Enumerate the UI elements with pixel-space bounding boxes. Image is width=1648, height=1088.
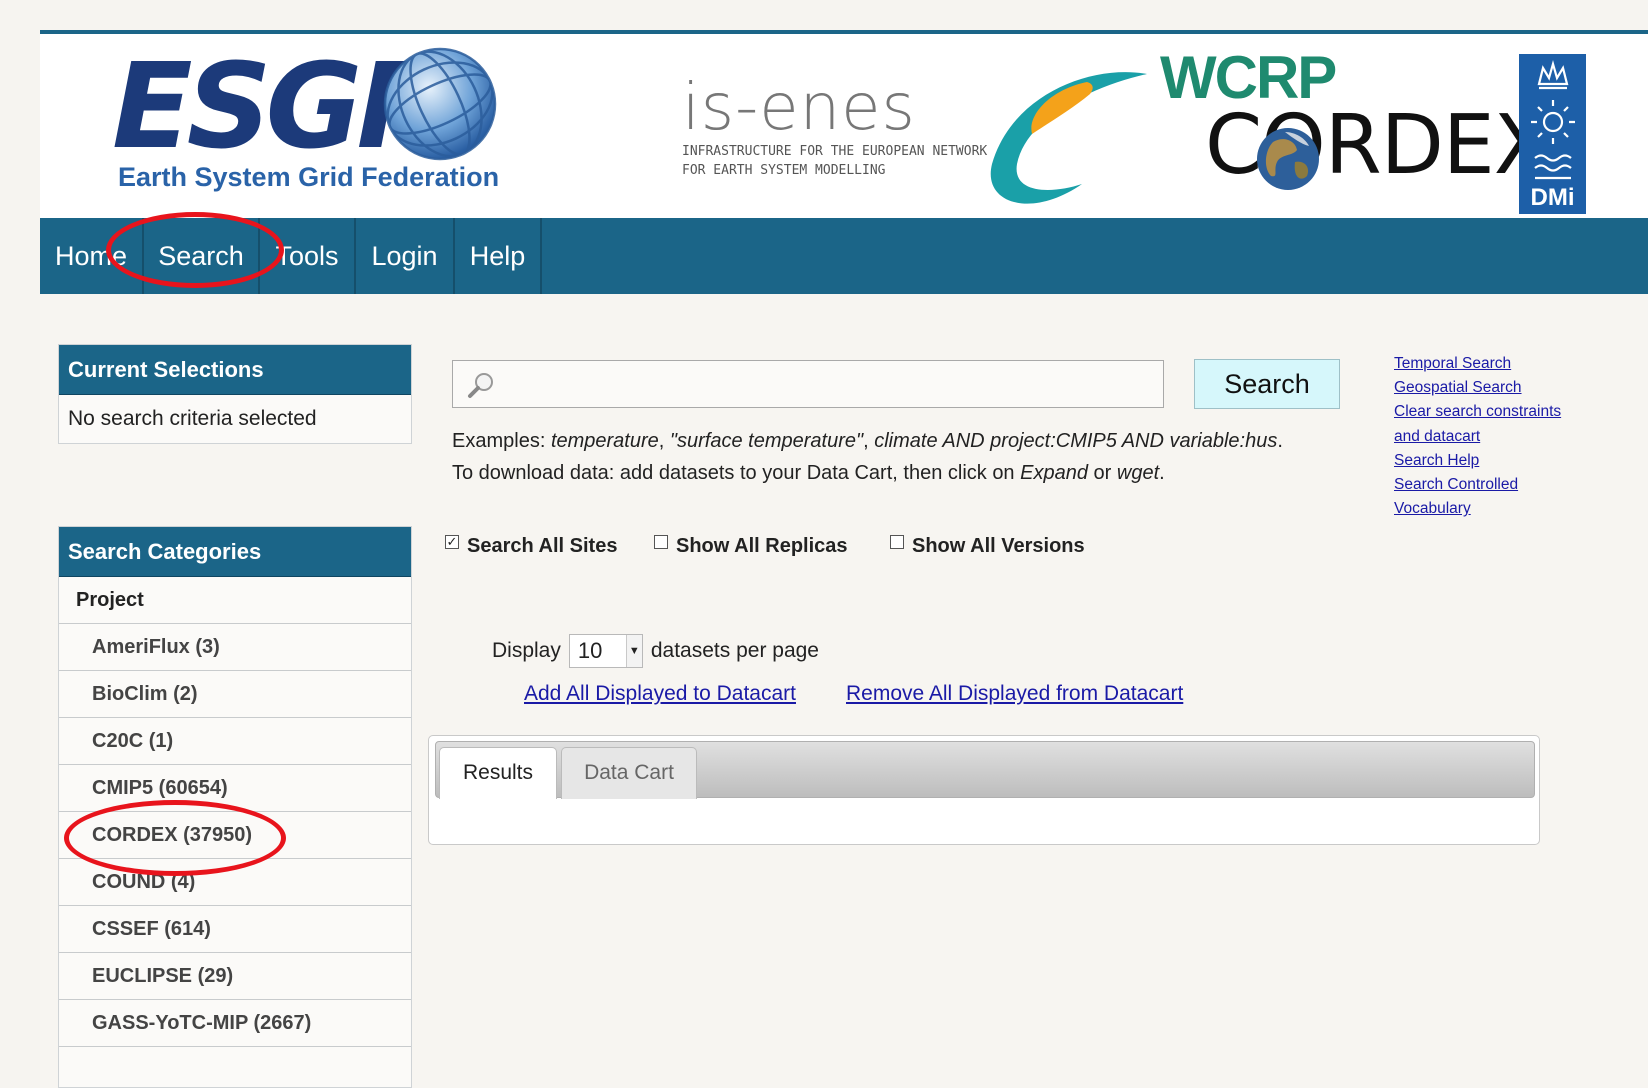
download-prefix: To download data: add datasets to your D…	[452, 462, 1021, 484]
search-all-sites-option[interactable]: ✓ Search All Sites	[445, 533, 617, 559]
clear-constraints-link[interactable]: Clear search constraints	[1394, 400, 1644, 424]
show-all-versions-option[interactable]: Show All Versions	[890, 533, 1085, 559]
isenes-title: is-enes	[682, 71, 916, 145]
examples-prefix: Examples:	[452, 430, 551, 452]
page-size-row: Display 10 ▼ datasets per page	[492, 634, 819, 668]
show-all-versions-label: Show All Versions	[912, 534, 1085, 557]
wget-keyword: wget	[1116, 462, 1160, 484]
tab-results[interactable]: Results	[439, 747, 557, 799]
show-all-versions-checkbox[interactable]	[890, 535, 904, 549]
category-item[interactable]: C20C (1)	[59, 718, 411, 765]
clear-constraints-link-cont[interactable]: and datacart	[1394, 425, 1644, 449]
download-hint: To download data: add datasets to your D…	[452, 457, 1283, 489]
search-side-links: Temporal Search Geospatial Search Clear …	[1394, 352, 1644, 521]
search-all-sites-label: Search All Sites	[467, 534, 618, 557]
results-tabs-panel: Results Data Cart	[428, 735, 1540, 845]
example-1: temperature	[550, 430, 659, 452]
category-item[interactable]: EUCLIPSE (29)	[59, 953, 411, 1000]
show-all-replicas-checkbox[interactable]	[654, 535, 668, 549]
isenes-subtitle: INFRASTRUCTURE FOR THE EUROPEAN NETWORK …	[682, 144, 988, 178]
display-prefix: Display	[492, 639, 561, 662]
show-all-replicas-label: Show All Replicas	[676, 534, 848, 557]
current-selections-panel: Current Selections No search criteria se…	[58, 344, 412, 444]
chevron-down-icon: ▼	[625, 635, 642, 667]
temporal-search-link[interactable]: Temporal Search	[1394, 352, 1644, 376]
nav-home[interactable]: Home	[40, 218, 144, 294]
esgf-subtitle: Earth System Grid Federation	[118, 162, 500, 192]
earth-icon	[1257, 128, 1319, 190]
display-suffix: datasets per page	[650, 639, 819, 662]
show-all-replicas-option[interactable]: Show All Replicas	[654, 533, 848, 559]
category-item[interactable]: CSSEF (614)	[59, 906, 411, 953]
examples-separator: ,	[863, 430, 875, 452]
category-item[interactable]: BioClim (2)	[59, 671, 411, 718]
nav-help[interactable]: Help	[455, 218, 542, 294]
category-item[interactable]: AmeriFlux (3)	[59, 624, 411, 671]
tab-data-cart[interactable]: Data Cart	[561, 747, 697, 799]
download-end: .	[1159, 462, 1165, 484]
search-categories-panel: Search Categories Project AmeriFlux (3) …	[58, 526, 412, 1088]
example-2: "surface temperature"	[669, 430, 864, 452]
example-3: climate AND project:CMIP5 AND variable:h…	[874, 430, 1278, 452]
isenes-logo[interactable]: is-enes INFRASTRUCTURE FOR THE EUROPEAN …	[682, 71, 988, 180]
category-item[interactable]: GASS-YoTC-MIP (2667)	[59, 1000, 411, 1047]
current-selections-title: Current Selections	[59, 345, 411, 395]
examples-line: Examples: temperature, "surface temperat…	[452, 425, 1283, 457]
category-group-project[interactable]: Project	[59, 577, 411, 624]
examples-separator: ,	[658, 430, 670, 452]
site-header: ESGF Earth System Grid Federation is-ene…	[40, 30, 1648, 228]
no-criteria-text: No search criteria selected	[68, 407, 317, 430]
main-nav: Home Search Tools Login Help	[40, 218, 1648, 294]
swoosh-logo-icon	[990, 72, 1147, 204]
dmi-logo[interactable]: DMi	[1519, 54, 1586, 214]
nav-search[interactable]: Search	[144, 218, 260, 294]
expand-keyword: Expand	[1020, 462, 1088, 484]
nav-login[interactable]: Login	[356, 218, 455, 294]
controlled-vocab-link-cont[interactable]: Vocabulary	[1394, 497, 1644, 521]
add-all-to-datacart-link[interactable]: Add All Displayed to Datacart	[524, 682, 796, 706]
search-input[interactable]	[452, 360, 1164, 408]
category-item-cordex[interactable]: CORDEX (37950)	[59, 812, 411, 859]
dmi-label: DMi	[1530, 184, 1575, 211]
or-text: or	[1087, 462, 1117, 484]
esgf-logo[interactable]: ESGF Earth System Grid Federation	[112, 44, 532, 194]
globe-icon	[383, 47, 497, 161]
search-help-link[interactable]: Search Help	[1394, 449, 1644, 473]
search-categories-title: Search Categories	[59, 527, 411, 577]
category-item[interactable]: COUND (4)	[59, 859, 411, 906]
crown-icon	[1531, 59, 1575, 180]
search-all-sites-checkbox[interactable]: ✓	[445, 535, 459, 549]
search-examples: Examples: temperature, "surface temperat…	[452, 425, 1283, 489]
geospatial-search-link[interactable]: Geospatial Search	[1394, 376, 1644, 400]
search-icon	[468, 373, 493, 398]
nav-tools[interactable]: Tools	[260, 218, 356, 294]
search-button[interactable]: Search	[1194, 359, 1340, 409]
controlled-vocab-link[interactable]: Search Controlled	[1394, 473, 1644, 497]
page-size-select[interactable]: 10 ▼	[568, 634, 643, 668]
category-item[interactable]: CMIP5 (60654)	[59, 765, 411, 812]
page-size-value: 10	[577, 638, 603, 663]
examples-end: .	[1277, 430, 1283, 452]
remove-all-from-datacart-link[interactable]: Remove All Displayed from Datacart	[846, 682, 1183, 706]
